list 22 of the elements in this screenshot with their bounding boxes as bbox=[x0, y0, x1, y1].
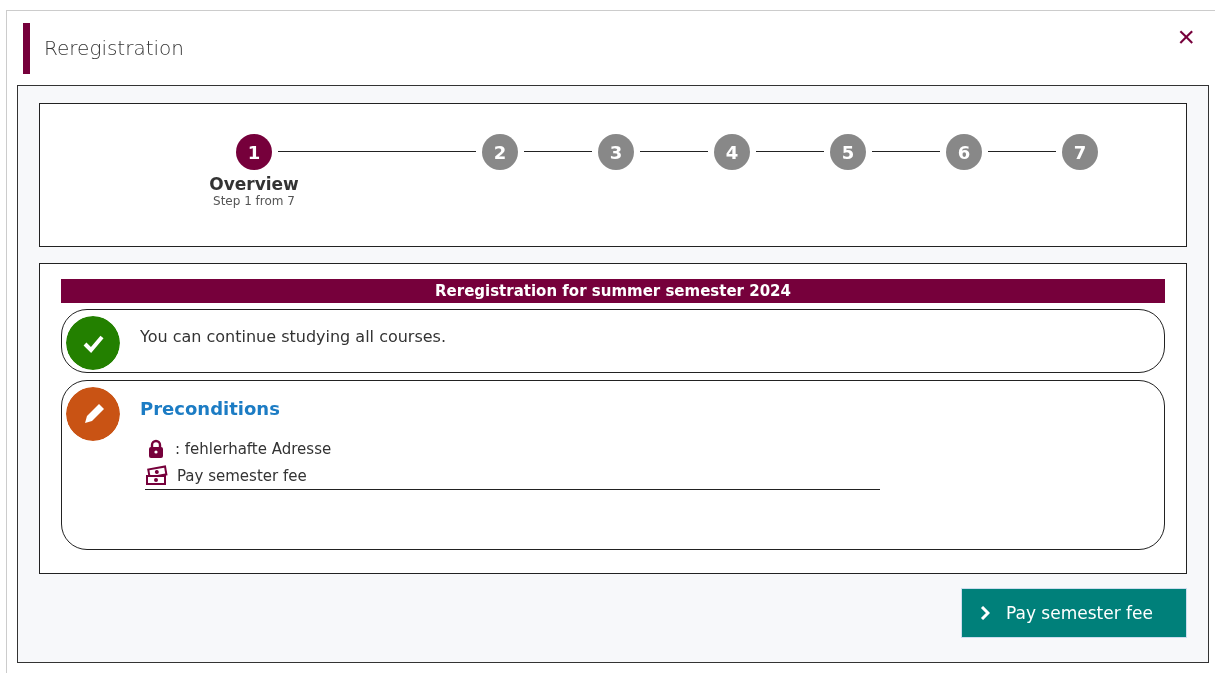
step-number[interactable]: 1 bbox=[236, 134, 272, 170]
dialog-title: Reregistration bbox=[44, 36, 185, 60]
precondition-text: Pay semester fee bbox=[177, 467, 307, 485]
step-caption: Step 1 from 7 bbox=[213, 194, 295, 208]
step-label: Overview bbox=[209, 174, 299, 194]
step-number[interactable]: 6 bbox=[946, 134, 982, 170]
pay-button[interactable]: Pay semester fee bbox=[961, 588, 1187, 638]
section-banner: Reregistration for summer semester 2024 bbox=[61, 279, 1165, 303]
step-number[interactable]: 4 bbox=[714, 134, 750, 170]
card-heading: Preconditions bbox=[140, 398, 281, 419]
status-message: You can continue studying all courses. bbox=[140, 327, 447, 348]
step-number[interactable]: 3 bbox=[598, 134, 634, 170]
title-accent-bar bbox=[23, 22, 30, 74]
chevron-right-icon bbox=[980, 606, 990, 620]
step-number[interactable]: 5 bbox=[830, 134, 866, 170]
close-button[interactable]: × bbox=[1171, 22, 1201, 52]
pencil-icon bbox=[66, 387, 120, 441]
step-number[interactable]: 7 bbox=[1062, 134, 1098, 170]
banknotes-icon bbox=[145, 465, 169, 487]
check-icon bbox=[66, 316, 120, 370]
precondition-text: : fehlerhafte Adresse bbox=[175, 440, 332, 458]
step-number[interactable]: 2 bbox=[482, 134, 518, 170]
